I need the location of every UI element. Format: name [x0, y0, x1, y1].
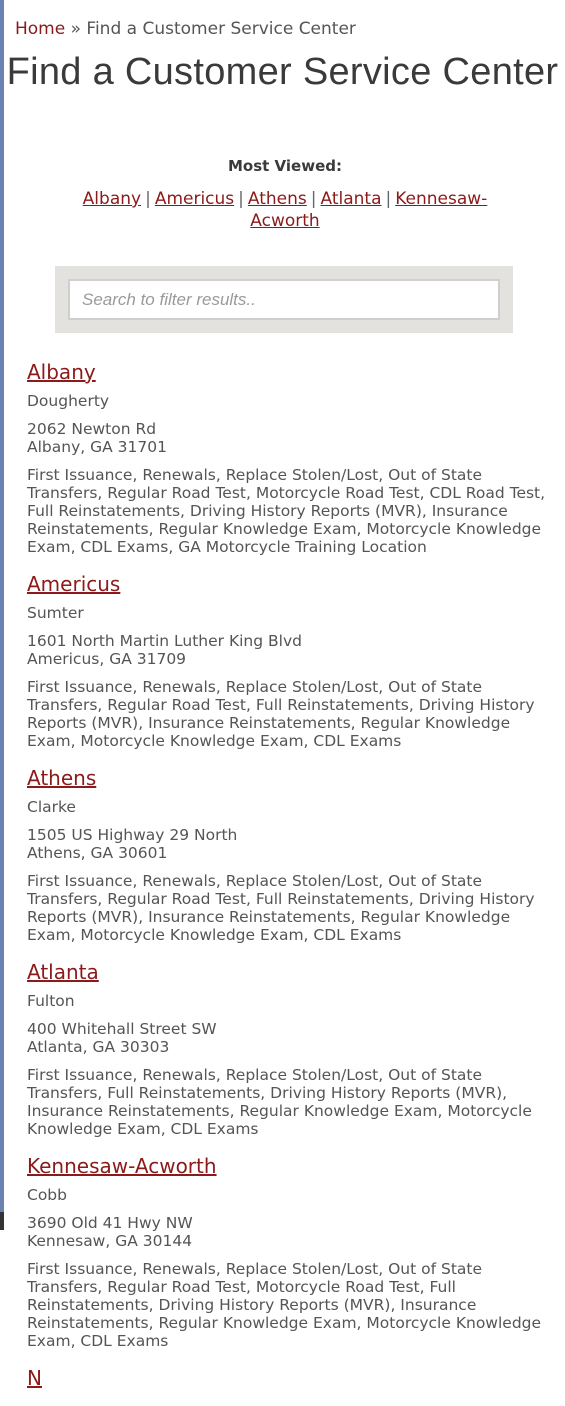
address-line2: Atlanta, GA 30303 — [27, 1038, 170, 1056]
most-viewed-link-athens[interactable]: Athens — [248, 189, 307, 209]
location-name-link[interactable]: Kennesaw-Acworth — [27, 1152, 217, 1180]
most-viewed-links: Albany | Americus | Athens | Atlanta | Kennesaw-… — [40, 188, 530, 232]
most-viewed-link-albany[interactable]: Albany — [83, 189, 141, 209]
location-services: First Issuance, Renewals, Replace Stolen… — [27, 1066, 532, 1138]
breadcrumb-home-link[interactable]: Home — [15, 19, 65, 39]
left-edge-strip — [0, 0, 4, 1212]
location-item: Athens Clarke 1505 US Highway 29 North A… — [27, 764, 547, 944]
location-name-link[interactable]: Americus — [27, 570, 120, 598]
location-services: First Issuance, Renewals, Replace Stolen… — [27, 872, 535, 944]
address-line2: Athens, GA 30601 — [27, 844, 168, 862]
page-title: Find a Customer Service Center — [6, 51, 559, 93]
location-item: Kennesaw-Acworth Cobb 3690 Old 41 Hwy NW… — [27, 1152, 547, 1350]
location-county: Sumter — [27, 604, 84, 622]
address-line2: Albany, GA 31701 — [27, 438, 167, 456]
address-line1: 2062 Newton Rd — [27, 420, 157, 438]
location-item: Albany Dougherty 2062 Newton Rd Albany, … — [27, 358, 547, 556]
address-line1: 1505 US Highway 29 North — [27, 826, 238, 844]
breadcrumb-separator: » — [70, 19, 82, 39]
location-services: First Issuance, Renewals, Replace Stolen… — [27, 1260, 542, 1350]
location-item: Americus Sumter 1601 North Martin Luther… — [27, 570, 547, 750]
location-name-link[interactable]: Athens — [27, 764, 96, 792]
most-viewed-section: Most Viewed: Albany | Americus | Athens | Atla… — [40, 156, 530, 232]
location-item-partial: N — [27, 1364, 547, 1392]
location-address: 400 Whitehall Street SW Atlanta, GA 3030… — [27, 1020, 547, 1056]
location-county: Cobb — [27, 1186, 67, 1204]
location-name-link[interactable]: Albany — [27, 358, 96, 386]
address-line2: Americus, GA 31709 — [27, 650, 187, 668]
most-viewed-link-americus[interactable]: Americus — [155, 189, 234, 209]
location-services: First Issuance, Renewals, Replace Stolen… — [27, 678, 535, 750]
link-separator: | — [385, 189, 392, 209]
link-separator: | — [238, 189, 244, 209]
link-separator: | — [145, 189, 151, 209]
most-viewed-link-atlanta[interactable]: Atlanta — [321, 189, 382, 209]
address-line2: Kennesaw, GA 30144 — [27, 1232, 193, 1250]
left-edge-marker — [0, 1212, 4, 1230]
breadcrumb: Home » Find a Customer Service Center — [15, 19, 356, 39]
location-name-link[interactable]: N — [27, 1364, 42, 1392]
location-address: 1505 US Highway 29 North Athens, GA 3060… — [27, 826, 547, 862]
location-results: Albany Dougherty 2062 Newton Rd Albany, … — [27, 358, 547, 1406]
location-services: First Issuance, Renewals, Replace Stolen… — [27, 466, 546, 556]
address-line1: 3690 Old 41 Hwy NW — [27, 1214, 193, 1232]
search-panel — [55, 266, 513, 333]
location-county: Clarke — [27, 798, 76, 816]
location-address: 2062 Newton Rd Albany, GA 31701 — [27, 420, 547, 456]
breadcrumb-current: Find a Customer Service Center — [86, 19, 356, 39]
location-address: 1601 North Martin Luther King Blvd Ameri… — [27, 632, 547, 668]
location-county: Dougherty — [27, 392, 110, 410]
address-line1: 400 Whitehall Street SW — [27, 1020, 217, 1038]
address-line1: 1601 North Martin Luther King Blvd — [27, 632, 302, 650]
search-filter-input[interactable] — [68, 279, 500, 320]
location-name-link[interactable]: Atlanta — [27, 958, 99, 986]
most-viewed-label: Most Viewed: — [228, 157, 342, 175]
location-item: Atlanta Fulton 400 Whitehall Street SW A… — [27, 958, 547, 1138]
location-address: 3690 Old 41 Hwy NW Kennesaw, GA 30144 — [27, 1214, 547, 1250]
location-county: Fulton — [27, 992, 75, 1010]
link-separator: | — [310, 189, 317, 209]
